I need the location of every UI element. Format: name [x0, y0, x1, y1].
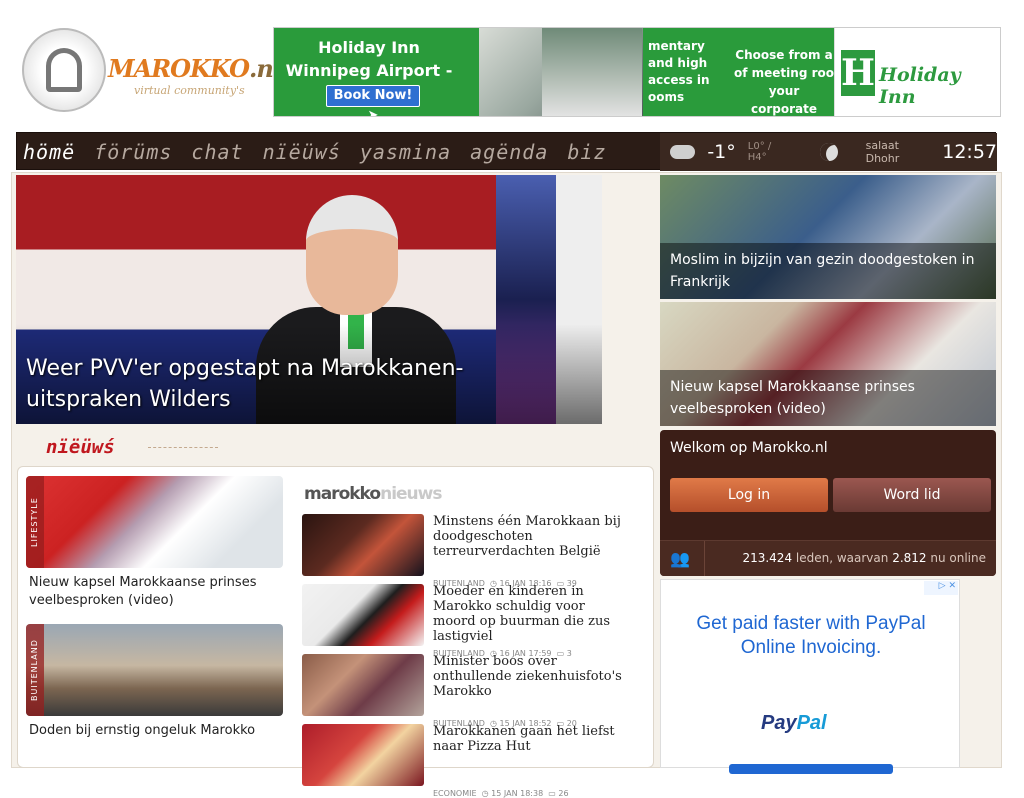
weather-temperature: -1°	[707, 141, 736, 163]
moon-icon	[820, 143, 838, 161]
paypal-logo: PayPal	[761, 712, 827, 734]
holiday-inn-logo: H Holiday Inn	[834, 28, 1000, 116]
marokkonieuws-logo[interactable]: marokkonieuws	[304, 484, 442, 504]
section-divider	[148, 447, 218, 448]
users-icon: 👥	[670, 549, 690, 568]
news-card-image[interactable]: BUITENLAND	[26, 624, 283, 716]
news-card-image[interactable]: LIFESTYLE	[26, 476, 283, 568]
news-card-title[interactable]: Nieuw kapsel Marokkaanse prinses veelbes…	[29, 574, 283, 610]
side-story[interactable]: Moslim in bijzijn van gezin doodgestoken…	[660, 175, 996, 299]
clock-icon: ◷	[481, 789, 489, 798]
ad-book-button[interactable]: Book Now! ➤	[326, 85, 420, 116]
ad-photo-2	[542, 28, 642, 116]
list-item-title[interactable]: Minstens één Marokkaan bij doodgeschoten…	[433, 514, 631, 559]
logo-text: MAROKKO.nl	[108, 54, 282, 83]
list-item[interactable]: Marokkanen gaan het liefst naar Pizza Hu…	[302, 724, 642, 798]
weather-low-high: L0° / H4°	[747, 141, 772, 163]
comment-icon: ▭	[548, 789, 556, 798]
member-count: 213.424 leden, waarvan 2.812 nu online	[742, 551, 986, 565]
nav-nieuws[interactable]: nïëüwś	[263, 140, 341, 164]
mosque-icon	[46, 48, 82, 92]
list-item-meta: ECONOMIE ◷ 15 JAN 18:38 ▭ 26	[433, 789, 569, 798]
list-item-thumbnail[interactable]	[302, 724, 424, 786]
category-label: LIFESTYLE	[26, 476, 44, 568]
list-item-title[interactable]: Marokkanen gaan het liefst naar Pizza Hu…	[433, 724, 631, 754]
holiday-inn-icon: H	[841, 50, 876, 96]
prayer-label: salaat Dhohr	[865, 139, 900, 165]
nav-biz[interactable]: biz	[567, 140, 606, 164]
logo-tagline: virtual community's	[134, 84, 245, 97]
list-item[interactable]: Minstens één Marokkaan bij doodgeschoten…	[302, 514, 642, 588]
cloud-icon	[670, 145, 696, 159]
top-banner-ad[interactable]: Holiday Inn Winnipeg Airport - Polo Park…	[273, 27, 1001, 117]
nav-agenda[interactable]: agënda	[470, 140, 548, 164]
paypal-ad[interactable]: ▷ ✕ Get paid faster with PayPal Online I…	[660, 579, 960, 774]
list-item[interactable]: Moeder en kinderen in Marokko schuldig v…	[302, 584, 642, 658]
category-label: BUITENLAND	[26, 624, 44, 716]
section-title: nïëüwś	[46, 436, 115, 458]
hero-caption[interactable]: Weer PVV'er opgestapt na Marokkanen-uits…	[26, 353, 466, 415]
ad-mid-text-2: Choose from a of meeting roo your corpor…	[734, 48, 834, 116]
register-button[interactable]: Word lid	[833, 478, 991, 512]
member-stats: 👥 213.424 leden, waarvan 2.812 nu online	[660, 540, 996, 576]
welcome-panel: Welkom op Marokko.nl Log in Word lid 👥 2…	[660, 430, 996, 576]
welcome-title: Welkom op Marokko.nl	[670, 440, 828, 456]
site-logo[interactable]: MAROKKO.nl virtual community's	[14, 22, 282, 118]
list-item-thumbnail[interactable]	[302, 514, 424, 576]
list-item-title[interactable]: Minister boos over onthullende ziekenhui…	[433, 654, 631, 699]
list-item-thumbnail[interactable]	[302, 654, 424, 716]
paypal-cta-button[interactable]	[729, 764, 893, 774]
nav-chat[interactable]: chat	[191, 140, 243, 164]
main-navigation: hömë förüms chat nïëüwś yasmina agënda b…	[16, 132, 997, 171]
ad-mid-text: mentary and high access in ooms	[648, 39, 710, 104]
adchoices-icon[interactable]: ▷ ✕	[924, 581, 958, 595]
nav-home[interactable]: hömë	[23, 140, 75, 164]
paypal-ad-text[interactable]: Get paid faster with PayPal Online Invoi…	[681, 612, 941, 660]
hero-head	[306, 195, 398, 315]
section-header: nïëüwś	[18, 436, 218, 460]
nav-yasmina[interactable]: yasmina	[360, 140, 451, 164]
side-story[interactable]: Nieuw kapsel Marokkaanse prinses veelbes…	[660, 302, 996, 426]
list-item[interactable]: Minister boos over onthullende ziekenhui…	[302, 654, 642, 728]
prayer-time: 12:57	[942, 141, 997, 163]
side-story-caption[interactable]: Moslim in bijzijn van gezin doodgestoken…	[660, 243, 996, 299]
hero-story[interactable]: Weer PVV'er opgestapt na Marokkanen-uits…	[16, 175, 602, 424]
side-story-caption[interactable]: Nieuw kapsel Marokkaanse prinses veelbes…	[660, 370, 996, 426]
login-button[interactable]: Log in	[670, 478, 828, 512]
list-item-title[interactable]: Moeder en kinderen in Marokko schuldig v…	[433, 584, 631, 644]
stats-divider	[704, 541, 705, 576]
news-card-title[interactable]: Doden bij ernstig ongeluk Marokko	[29, 722, 283, 740]
nav-forums[interactable]: förüms	[94, 140, 172, 164]
list-item-thumbnail[interactable]	[302, 584, 424, 646]
holiday-inn-name: Holiday Inn	[879, 64, 961, 108]
weather-widget: -1° L0° / H4° salaat Dhohr 12:57	[660, 133, 997, 171]
